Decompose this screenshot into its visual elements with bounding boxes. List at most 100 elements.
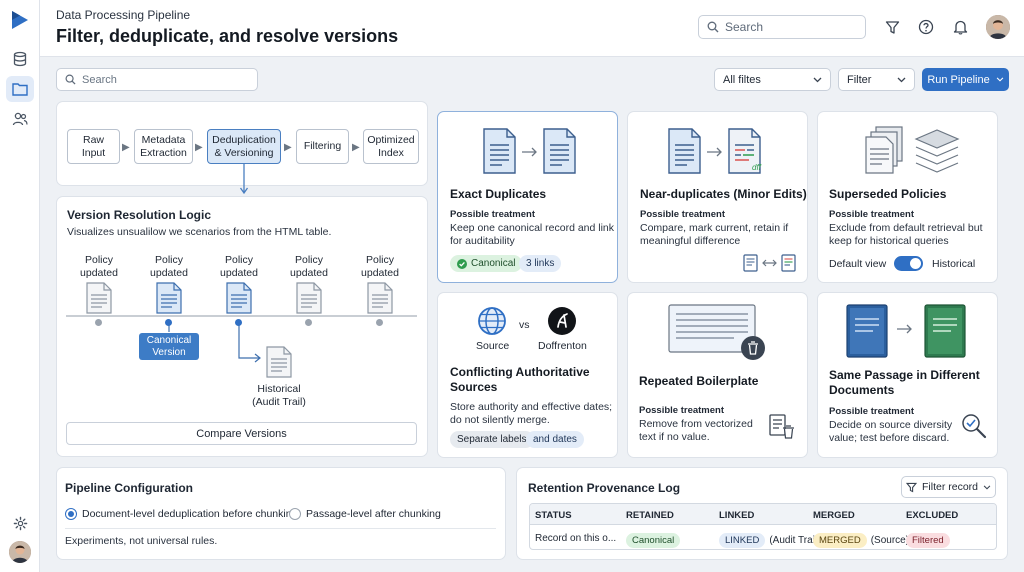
globe-icon bbox=[478, 307, 506, 335]
policy-label: Policy updated bbox=[209, 254, 269, 279]
stage-optimized-line2: Index bbox=[378, 146, 404, 159]
configuration-note: Experiments, not universal rules. bbox=[65, 535, 218, 547]
column-header-merged[interactable]: MERGED bbox=[813, 510, 855, 521]
table-cell-status[interactable]: Record on this o... bbox=[535, 533, 616, 544]
superseded-treatment-label: Possible treatment bbox=[829, 209, 914, 220]
policy-label-line1: Policy bbox=[224, 254, 253, 266]
timeline-point[interactable] bbox=[235, 319, 242, 326]
stage-metadata-extraction[interactable]: Metadata Extraction bbox=[134, 129, 193, 164]
filter-label: Filter bbox=[847, 73, 872, 86]
profile-avatar[interactable] bbox=[986, 15, 1010, 39]
boilerplate-treatment-text: Remove from vectorized text if no value. bbox=[639, 418, 753, 445]
users-icon[interactable] bbox=[6, 106, 34, 132]
document-level-radio[interactable] bbox=[65, 508, 77, 520]
arrow-icon: ▶ bbox=[284, 142, 292, 153]
bell-icon[interactable] bbox=[950, 17, 970, 37]
search-icon bbox=[707, 21, 719, 33]
timeline-point[interactable] bbox=[376, 319, 383, 326]
search-icon bbox=[65, 74, 76, 85]
search-input[interactable]: Search bbox=[56, 68, 258, 91]
page-header: Data Processing Pipeline Filter, dedupli… bbox=[40, 0, 1024, 57]
database-icon[interactable] bbox=[6, 46, 34, 72]
passage-level-radio[interactable] bbox=[289, 508, 301, 520]
policy-label-line2: updated bbox=[290, 266, 328, 279]
stage-filtering[interactable]: Filtering bbox=[296, 129, 349, 164]
check-circle-icon bbox=[457, 258, 467, 269]
filter-record-button[interactable]: Filter record bbox=[901, 476, 996, 498]
historical-label: Historical (Audit Trail) bbox=[240, 383, 318, 408]
header-search-input[interactable]: Search bbox=[698, 15, 866, 39]
timeline-point[interactable] bbox=[305, 319, 312, 326]
document-delete-icon[interactable] bbox=[768, 413, 796, 439]
chevron-down-icon bbox=[983, 484, 991, 490]
column-header-excluded[interactable]: EXCLUDED bbox=[906, 510, 958, 521]
folder-icon[interactable] bbox=[6, 76, 34, 102]
separate-labels-chip[interactable]: Separate labels bbox=[450, 431, 534, 448]
dates-chip[interactable]: and dates bbox=[526, 431, 584, 448]
merged-pill: MERGED bbox=[813, 533, 867, 548]
stage-deduplication[interactable]: Deduplication & Versioning bbox=[207, 129, 281, 164]
retained-pill: Canonical bbox=[626, 533, 681, 548]
arrow-icon: ▶ bbox=[122, 142, 130, 153]
policy-label-line2: updated bbox=[220, 266, 258, 279]
conflicting-text: Store authority and effective dates; do n… bbox=[450, 401, 612, 428]
app-logo-icon[interactable] bbox=[9, 9, 31, 31]
stage-optimized-index[interactable]: Optimized Index bbox=[363, 129, 419, 164]
retention-log-title: Retention Provenance Log bbox=[528, 481, 681, 495]
stage-metadata-line2: Extraction bbox=[140, 146, 187, 159]
canonical-line2: Version bbox=[152, 347, 186, 358]
passage-level-label[interactable]: Passage-level after chunking bbox=[306, 508, 441, 520]
timeline-point[interactable] bbox=[95, 319, 102, 326]
policy-label-line2: updated bbox=[150, 266, 188, 279]
policy-label-line1: Policy bbox=[154, 254, 183, 266]
document-level-label[interactable]: Document-level deduplication before chun… bbox=[82, 508, 297, 520]
help-icon[interactable] bbox=[916, 17, 936, 37]
table-cell-retained: Canonical bbox=[626, 533, 681, 548]
canonical-chip[interactable]: Canonical bbox=[450, 255, 523, 272]
all-filters-label: All filtes bbox=[723, 73, 761, 86]
user-avatar[interactable] bbox=[9, 541, 31, 563]
stage-filtering-label: Filtering bbox=[303, 140, 342, 153]
run-pipeline-button[interactable]: Run Pipeline bbox=[922, 68, 1009, 91]
search-placeholder: Search bbox=[82, 73, 117, 86]
stage-raw-input-line2: Input bbox=[81, 146, 106, 159]
compare-versions-button[interactable]: Compare Versions bbox=[66, 422, 417, 445]
filter-icon[interactable] bbox=[882, 17, 902, 37]
near-text-line1: Compare, mark current, retain if bbox=[640, 222, 789, 234]
stage-raw-input[interactable]: Raw Input bbox=[67, 129, 120, 164]
filter-select[interactable]: Filter bbox=[838, 68, 915, 91]
superseded-text-line1: Exclude from default retrieval but bbox=[829, 222, 983, 234]
near-treatment-label: Possible treatment bbox=[640, 209, 725, 220]
historical-toggle-label: Historical bbox=[932, 258, 976, 270]
same-passage-title: Same Passage in Different Documents bbox=[829, 368, 980, 398]
settings-icon[interactable] bbox=[6, 510, 34, 536]
chevron-down-icon bbox=[897, 77, 906, 82]
conflicting-text-line1: Store authority and effective dates; bbox=[450, 401, 613, 413]
dates-chip-label: and dates bbox=[533, 434, 577, 445]
boilerplate-text-line2: text if no value. bbox=[639, 431, 710, 444]
superseded-title: Superseded Policies bbox=[829, 187, 947, 201]
historical-document-icon bbox=[266, 346, 292, 378]
canonical-version-badge: Canonical Version bbox=[139, 333, 199, 360]
source-label: Source bbox=[476, 340, 510, 352]
column-header-linked[interactable]: LINKED bbox=[719, 510, 754, 521]
version-resolution-description: Visualizes unsualilow we scenarios from … bbox=[67, 226, 332, 238]
compare-diff-icon[interactable] bbox=[743, 254, 797, 272]
same-passage-title-line2: Documents bbox=[829, 383, 895, 397]
policy-label-line1: Policy bbox=[84, 254, 113, 266]
historical-toggle[interactable] bbox=[894, 256, 923, 271]
timeline-point-canonical[interactable] bbox=[165, 319, 172, 326]
arrow-icon: ▶ bbox=[352, 142, 360, 153]
same-passage-text-line1: Decide on source diversity bbox=[829, 419, 953, 431]
table-cell-linked: LINKED (Audit Trail) bbox=[719, 533, 820, 548]
policy-label-line2: updated bbox=[80, 266, 118, 279]
filter-record-label: Filter record bbox=[921, 481, 978, 493]
all-filters-select[interactable]: All filtes bbox=[714, 68, 831, 91]
column-header-retained[interactable]: RETAINED bbox=[626, 510, 674, 521]
links-chip[interactable]: 3 links bbox=[519, 255, 562, 272]
arrow-icon: ▶ bbox=[195, 142, 203, 153]
inspect-check-icon[interactable] bbox=[961, 413, 987, 439]
versus-label: vs bbox=[519, 319, 530, 331]
column-header-status[interactable]: STATUS bbox=[535, 510, 572, 521]
links-chip-label: 3 links bbox=[526, 258, 555, 269]
